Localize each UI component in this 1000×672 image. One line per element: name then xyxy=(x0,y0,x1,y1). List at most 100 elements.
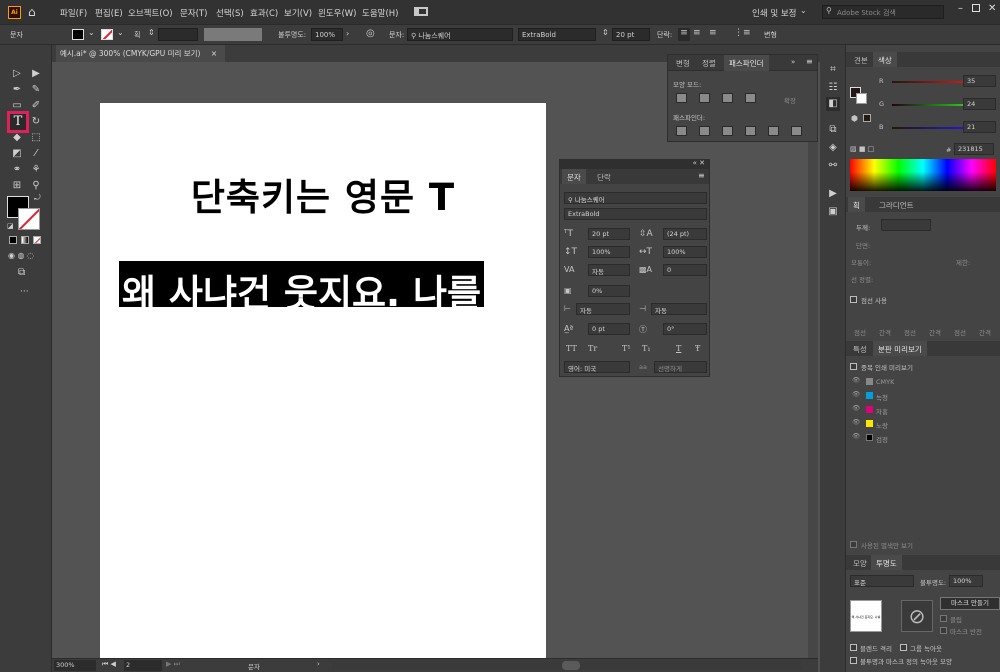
mask-placeholder[interactable]: ⊘ xyxy=(901,600,933,632)
stroke-swatch[interactable] xyxy=(101,29,113,40)
out-of-gamut-swatch[interactable] xyxy=(863,114,871,122)
language-dropdown[interactable]: 영어: 미국 xyxy=(564,361,630,373)
overprint-checkbox[interactable] xyxy=(850,363,857,370)
expand-button[interactable]: 확장 xyxy=(784,95,796,105)
opacity-field[interactable]: 100% xyxy=(949,575,983,587)
aki-left-field[interactable]: 자동 xyxy=(576,303,630,315)
vertical-scrollbar[interactable] xyxy=(808,62,818,658)
menu-view[interactable]: 보기(V) xyxy=(284,7,312,19)
curvature-tool-icon[interactable]: ✎ xyxy=(29,83,43,97)
all-caps-button[interactable]: TT xyxy=(566,344,577,353)
clip-checkbox[interactable] xyxy=(940,615,947,622)
underline-button[interactable]: T xyxy=(676,344,681,353)
menu-type[interactable]: 문자(T) xyxy=(180,7,207,19)
chevron-right-icon[interactable]: › xyxy=(346,29,349,38)
horizontal-scale-field[interactable]: 100% xyxy=(663,246,707,258)
ink-row[interactable]: 👁 자홍 xyxy=(846,404,1000,417)
menu-help[interactable]: 도움말(H) xyxy=(362,7,398,19)
color-mode-icon[interactable] xyxy=(9,236,17,244)
tab-align[interactable]: 정렬 xyxy=(697,55,721,71)
links-icon[interactable]: ⚯ xyxy=(826,159,840,173)
tab-transparency[interactable]: 투명도 xyxy=(871,555,902,570)
artboard-tool-icon[interactable]: ⊞ xyxy=(10,179,24,193)
gradient-mode-icon[interactable] xyxy=(21,236,29,244)
artboard-number[interactable]: 2 xyxy=(124,660,162,671)
first-artboard-icon[interactable]: ⏮ ◀ xyxy=(102,660,116,669)
pathfinder-icon[interactable]: ◧ xyxy=(826,97,840,111)
transform-link[interactable]: 변형 xyxy=(764,30,777,40)
tab-appearance[interactable]: 모양 xyxy=(848,555,872,570)
draw-mode-icon[interactable]: ◉ ◍ ◌ xyxy=(8,251,34,260)
isolate-blend-checkbox[interactable] xyxy=(850,644,857,651)
dash-checkbox[interactable] xyxy=(850,296,857,303)
workspace-switcher[interactable]: 인쇄 및 보정 xyxy=(752,7,797,19)
menu-window[interactable]: 윈도우(W) xyxy=(318,7,357,19)
strikethrough-button[interactable]: Ŧ xyxy=(695,344,700,353)
none-mode-icon[interactable] xyxy=(33,236,41,244)
opacity-field[interactable]: 100% xyxy=(311,28,343,41)
swap-icon[interactable]: ⤾ xyxy=(34,193,41,203)
object-thumbnail[interactable]: 왜 사냐건 웃지요. 나를 xyxy=(850,600,882,632)
symbol-sprayer-icon[interactable]: ⚘ xyxy=(29,163,43,177)
eyedropper-tool-icon[interactable]: ⁄ xyxy=(29,147,43,161)
menu-file[interactable]: 파일(F) xyxy=(60,7,87,19)
knockout-group-checkbox[interactable] xyxy=(900,644,907,651)
minimize-icon[interactable]: – xyxy=(958,3,963,14)
char-rotation-field[interactable]: 0° xyxy=(663,323,707,335)
free-transform-tool-icon[interactable]: ⬚ xyxy=(29,131,43,145)
leading-field[interactable]: (24 pt) xyxy=(663,228,707,240)
align-left-icon[interactable]: ≡ xyxy=(678,28,690,41)
font-style-dropdown[interactable]: ExtraBold xyxy=(518,28,596,41)
screen-mode-icon[interactable]: ⧉ xyxy=(18,267,25,278)
selection-tool-icon[interactable]: ▷ xyxy=(10,67,24,81)
stock-search[interactable]: ⚲ Adobe Stock 검색 xyxy=(822,5,944,19)
zoom-dropdown[interactable]: 300% xyxy=(54,660,96,671)
actions-icon[interactable]: ▶ xyxy=(826,187,840,201)
close-icon[interactable]: × xyxy=(211,49,217,58)
panel-titlebar[interactable]: « ✕ xyxy=(560,159,709,169)
menu-select[interactable]: 선택(S) xyxy=(216,7,244,19)
font-size-field[interactable]: 20 pt xyxy=(588,228,630,240)
baseline-field[interactable]: 0 pt xyxy=(588,323,630,335)
make-mask-button[interactable]: 마스크 만들기 xyxy=(940,597,1000,610)
app-logo[interactable]: Ai xyxy=(8,6,21,19)
vertical-scale-field[interactable]: 100% xyxy=(588,246,630,258)
libraries-icon[interactable]: ☷ xyxy=(826,81,840,95)
document-tab[interactable]: 예시.ai* @ 300% (CMYK/GPU 미리 보기) × xyxy=(56,45,226,62)
color-spectrum[interactable] xyxy=(850,159,996,191)
blend-mode-dropdown[interactable]: 표준 xyxy=(850,575,914,587)
horizontal-scrollbar[interactable] xyxy=(332,661,802,670)
minus-back-icon[interactable] xyxy=(791,126,802,136)
menu-edit[interactable]: 편집(E) xyxy=(95,7,123,19)
chevron-down-icon[interactable]: ⌄ xyxy=(117,28,124,37)
shape-builder-tool-icon[interactable]: ◩ xyxy=(10,147,24,161)
tab-properties[interactable]: 특성 xyxy=(848,341,872,356)
home-icon[interactable]: ⌂ xyxy=(28,5,42,19)
stroke-color-swatch[interactable] xyxy=(18,208,40,230)
chevron-down-icon[interactable]: ⌄ xyxy=(88,28,95,37)
small-caps-button[interactable]: Tr xyxy=(588,344,597,353)
font-size-field[interactable]: 20 pt xyxy=(612,28,650,41)
maximize-icon[interactable] xyxy=(972,4,980,12)
aki-right-field[interactable]: 자동 xyxy=(651,303,707,315)
intersect-icon[interactable] xyxy=(722,93,733,103)
invert-mask-checkbox[interactable] xyxy=(940,627,947,634)
trim-icon[interactable] xyxy=(699,126,710,136)
exclude-icon[interactable] xyxy=(745,93,756,103)
rotate-tool-icon[interactable]: ↻ xyxy=(29,115,43,129)
alpha-knockout-checkbox[interactable] xyxy=(850,657,857,664)
stepper-icon[interactable]: ⇕ xyxy=(148,28,155,37)
collapse-icon[interactable]: » xyxy=(791,58,795,66)
menu-effect[interactable]: 효과(C) xyxy=(250,7,278,19)
align-center-icon[interactable]: ≡ xyxy=(693,28,701,38)
more-options-icon[interactable]: ⋮≡ xyxy=(734,28,751,38)
paintbrush-tool-icon[interactable]: ✐ xyxy=(29,99,43,113)
stepper-icon[interactable]: ⇕ xyxy=(602,28,609,37)
panel-menu-icon[interactable]: ≡ xyxy=(698,171,705,180)
blend-tool-icon[interactable]: ⚭ xyxy=(10,163,24,177)
r-value[interactable]: 35 xyxy=(963,75,996,87)
superscript-button[interactable]: T¹ xyxy=(622,344,631,353)
align-right-icon[interactable]: ≡ xyxy=(709,28,717,38)
fill-swatch[interactable] xyxy=(72,29,84,40)
divide-icon[interactable] xyxy=(676,126,687,136)
